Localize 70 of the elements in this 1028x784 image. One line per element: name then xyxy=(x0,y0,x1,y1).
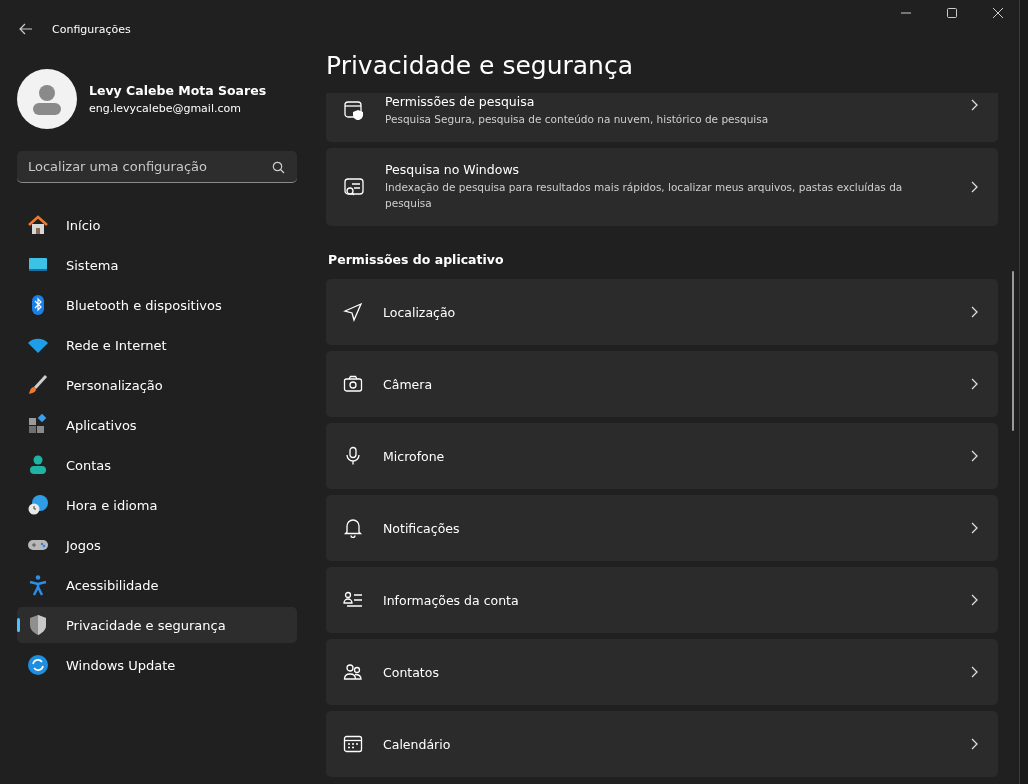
section-heading: Permissões do aplicativo xyxy=(328,252,505,267)
sidebar-item[interactable]: Personalização xyxy=(17,367,297,403)
settings-card[interactable]: Contatos xyxy=(326,639,998,705)
house-icon xyxy=(27,214,49,236)
settings-card[interactable]: Localização xyxy=(326,279,998,345)
person-list-icon xyxy=(343,590,363,610)
globe-clock-icon xyxy=(27,494,49,516)
maximize-icon[interactable] xyxy=(946,7,958,19)
card-title: Pesquisa no Windows xyxy=(385,162,521,178)
calendar-icon xyxy=(343,734,363,754)
microphone-icon xyxy=(343,446,363,466)
person-icon xyxy=(27,454,49,476)
card-title: Permissões de pesquisa xyxy=(385,94,536,109)
sidebar-item[interactable]: Windows Update xyxy=(17,647,297,683)
window-title: Configurações xyxy=(52,22,131,36)
sidebar-item[interactable]: Privacidade e segurança xyxy=(17,607,297,643)
sidebar-item[interactable]: Acessibilidade xyxy=(17,567,297,603)
account-name: Levy Calebe Mota Soares xyxy=(89,83,267,98)
chevron-right-icon xyxy=(971,522,978,534)
card-title: Localização xyxy=(383,304,457,320)
sidebar-item[interactable]: Sistema xyxy=(17,247,297,283)
settings-card[interactable]: Notificações xyxy=(326,495,998,561)
card-title: Câmera xyxy=(383,376,434,392)
settings-card[interactable]: Pesquisa no Windows Indexação de pesquisa para resultados mais rápidos, localizar meus arquivos, pastas excluídas da pesquisa xyxy=(326,148,998,226)
chevron-right-icon xyxy=(971,99,978,111)
settings-card[interactable]: Informações da conta xyxy=(326,567,998,633)
sidebar-item[interactable]: Contas xyxy=(17,447,297,483)
chevron-right-icon xyxy=(971,594,978,606)
card-title: Calendário xyxy=(383,736,452,752)
chevron-right-icon xyxy=(971,666,978,678)
sidebar-item[interactable]: Aplicativos xyxy=(17,407,297,443)
chevron-right-icon xyxy=(971,450,978,462)
shield-window-icon xyxy=(343,99,365,121)
chevron-right-icon xyxy=(971,738,978,750)
camera-icon xyxy=(343,374,363,394)
sidebar-item[interactable]: Hora e idioma xyxy=(17,487,297,523)
card-description: Indexação de pesquisa para resultados mais rápidos, localizar meus arquivos, pastas excluídas da pesquisa xyxy=(385,180,904,211)
sidebar-item[interactable]: Início xyxy=(17,207,297,243)
scrollbar[interactable] xyxy=(1012,271,1014,431)
search-icon xyxy=(272,161,285,174)
apps-icon xyxy=(27,414,49,436)
people-icon xyxy=(343,662,363,682)
brush-icon xyxy=(27,374,49,396)
sidebar-item[interactable]: Bluetooth e dispositivos xyxy=(17,287,297,323)
settings-card[interactable]: Permissões de pesquisa Pesquisa Segura, pesquisa de conteúdo na nuvem, histórico de pesquisa xyxy=(326,93,998,142)
search-list-icon xyxy=(343,176,365,198)
bell-icon xyxy=(343,518,363,538)
card-title: Notificações xyxy=(383,520,461,536)
account-email: eng.levycalebe@gmail.com xyxy=(89,102,242,115)
settings-card[interactable]: Câmera xyxy=(326,351,998,417)
card-title: Microfone xyxy=(383,448,446,464)
card-description: Pesquisa Segura, pesquisa de conteúdo na nuvem, histórico de pesquisa xyxy=(385,112,770,127)
page-title: Privacidade e segurança xyxy=(326,51,634,82)
sidebar-item[interactable]: Jogos xyxy=(17,527,297,563)
refresh-icon xyxy=(27,654,49,676)
chevron-right-icon xyxy=(971,181,978,193)
back-arrow-icon[interactable] xyxy=(19,23,33,35)
accessibility-icon xyxy=(27,574,49,596)
avatar-icon xyxy=(17,69,77,129)
settings-card[interactable]: Calendário xyxy=(326,711,998,777)
chevron-right-icon xyxy=(971,306,978,318)
settings-card[interactable]: Microfone xyxy=(326,423,998,489)
chevron-right-icon xyxy=(971,378,978,390)
card-title: Contatos xyxy=(383,664,440,680)
sidebar-item[interactable]: Rede e Internet xyxy=(17,327,297,363)
location-arrow-icon xyxy=(343,302,363,322)
card-title: Informações da conta xyxy=(383,592,520,608)
close-icon[interactable] xyxy=(992,7,1004,19)
search-field[interactable]: Localizar uma configuração xyxy=(17,151,297,183)
shield-icon xyxy=(27,614,49,636)
